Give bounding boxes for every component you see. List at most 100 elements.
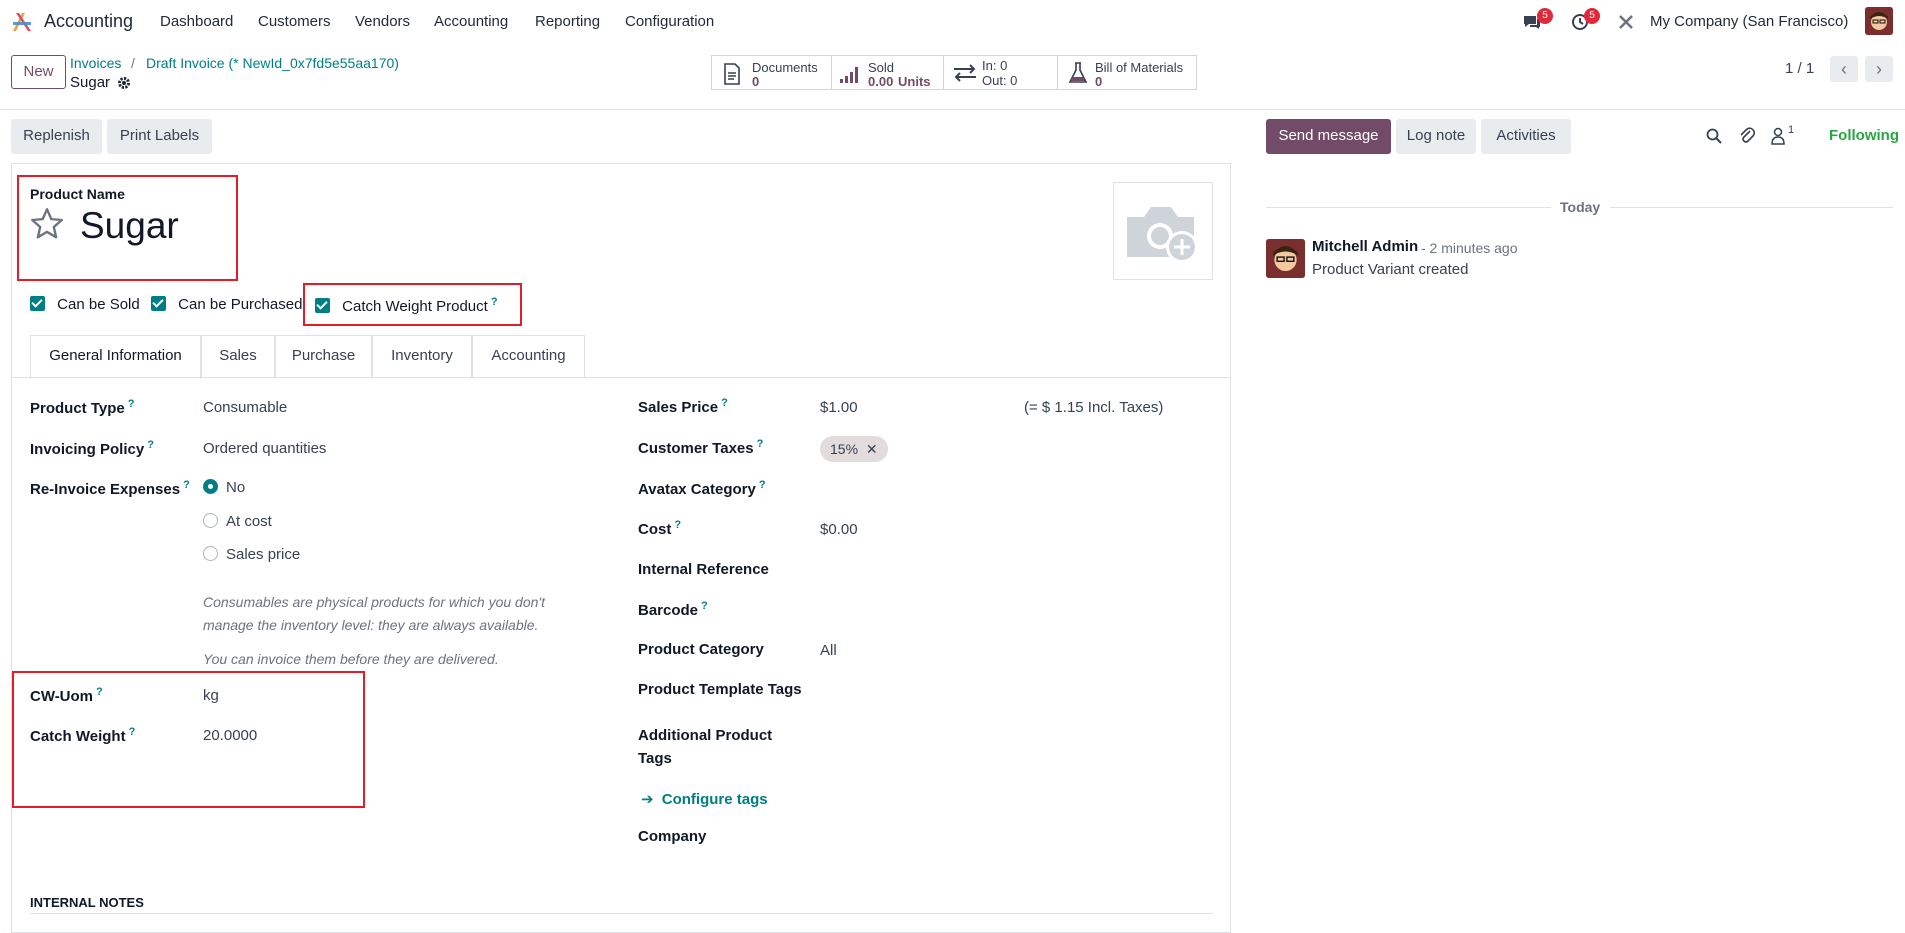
can-be-sold-label: Can be Sold — [57, 296, 140, 313]
menu-accounting[interactable]: Accounting — [434, 13, 508, 30]
radio-icon — [203, 513, 218, 528]
product-category-label: Product Category — [638, 641, 764, 658]
arrow-right-icon: ➔ — [641, 791, 654, 808]
product-type-label: Product Type? — [30, 398, 135, 417]
reinvoice-option-at-cost[interactable]: At cost — [203, 513, 272, 530]
date-separator-line-left — [1266, 207, 1551, 208]
stat-documents[interactable]: Documents 0 — [711, 55, 832, 90]
following-button[interactable]: Following — [1829, 127, 1899, 144]
reinvoice-option-no[interactable]: No — [203, 479, 245, 496]
company-switcher[interactable]: My Company (San Francisco) — [1650, 13, 1848, 30]
gear-icon[interactable] — [117, 76, 131, 90]
configure-tags-link[interactable]: ➔ Configure tags — [641, 790, 768, 808]
app-name[interactable]: Accounting — [44, 11, 133, 32]
can-be-purchased-checkbox[interactable]: Can be Purchased — [151, 296, 302, 313]
messages-badge: 5 — [1537, 8, 1553, 24]
flask-icon — [1068, 62, 1088, 88]
pager-next-icon[interactable]: › — [1865, 56, 1893, 82]
activities-badge: 5 — [1584, 8, 1600, 24]
app-logo-icon[interactable] — [11, 11, 33, 33]
product-template-tags-label: Product Template Tags — [638, 681, 802, 698]
pager-value[interactable]: 1 / 1 — [1785, 60, 1814, 77]
transfer-arrows-icon — [952, 64, 978, 86]
followers-count: 1 — [1788, 124, 1795, 136]
menu-customers[interactable]: Customers — [258, 13, 331, 30]
breadcrumb-draft-invoice[interactable]: Draft Invoice (* NewId_0x7fd5e55aa170) — [146, 55, 399, 71]
internal-notes-divider — [30, 913, 1213, 914]
pager-prev-icon[interactable]: ‹ — [1830, 56, 1858, 82]
breadcrumb-current: Sugar — [70, 74, 111, 91]
company-label: Company — [638, 828, 707, 845]
message-avatar — [1266, 239, 1305, 278]
checkbox-checked-icon — [151, 296, 166, 311]
cost-label: Cost? — [638, 519, 682, 538]
stat-documents-label: Documents — [752, 60, 818, 75]
breadcrumb-invoices[interactable]: Invoices — [70, 55, 121, 71]
tab-sales[interactable]: Sales — [201, 335, 275, 377]
print-labels-button[interactable]: Print Labels — [107, 119, 212, 154]
stat-documents-value: 0 — [752, 74, 760, 89]
remove-tag-icon[interactable]: ✕ — [866, 441, 878, 457]
menu-dashboard[interactable]: Dashboard — [160, 13, 233, 30]
stat-sold[interactable]: Sold 0.00 Units — [831, 55, 944, 90]
replenish-button[interactable]: Replenish — [11, 119, 102, 154]
activities-button[interactable]: Activities — [1481, 119, 1571, 154]
tax-tag-label: 15% — [830, 441, 859, 457]
highlight-catch-weight-fields — [12, 671, 365, 808]
reinvoice-expenses-label: Re-Invoice Expenses? — [30, 479, 190, 498]
stat-moves-in: In: 0 — [982, 58, 1008, 73]
product-category-field[interactable]: All — [820, 642, 837, 659]
barcode-label: Barcode? — [638, 600, 708, 619]
message-body: Product Variant created — [1312, 261, 1469, 278]
tax-tag[interactable]: 15% ✕ — [820, 436, 888, 462]
highlight-product-name — [17, 175, 238, 281]
stat-sold-unit: Units — [898, 74, 931, 89]
consumables-note: Consumables are physical products for wh… — [203, 594, 545, 633]
tab-inventory[interactable]: Inventory — [372, 335, 472, 377]
breadcrumb-separator: / — [131, 55, 135, 71]
sales-price-label: Sales Price? — [638, 397, 728, 416]
stat-sold-value: 0.00 — [868, 74, 894, 89]
date-separator: Today — [1560, 199, 1601, 215]
document-icon — [723, 63, 741, 89]
avatax-category-label: Avatax Category? — [638, 479, 766, 498]
message-author[interactable]: Mitchell Admin — [1312, 238, 1418, 255]
tabs-bottom-border — [12, 377, 1230, 378]
date-separator-line-right — [1610, 207, 1893, 208]
tab-accounting[interactable]: Accounting — [472, 335, 585, 377]
stat-bom-value: 0 — [1095, 74, 1103, 89]
send-message-button[interactable]: Send message — [1266, 119, 1391, 154]
message-time: - 2 minutes ago — [1421, 240, 1518, 256]
new-button[interactable]: New — [11, 55, 66, 89]
stat-sold-label: Sold — [868, 60, 895, 75]
tab-purchase[interactable]: Purchase — [275, 335, 372, 377]
paperclip-icon[interactable] — [1739, 127, 1756, 149]
additional-product-tags-label: Additional Product Tags — [638, 727, 773, 767]
tools-icon[interactable] — [1617, 13, 1635, 31]
stat-bom-label: Bill of Materials — [1095, 60, 1184, 75]
tab-general-information[interactable]: General Information — [30, 335, 201, 379]
bar-chart-icon — [839, 65, 861, 87]
product-type-field[interactable]: Consumable — [203, 399, 287, 416]
can-be-sold-checkbox[interactable]: Can be Sold — [30, 296, 140, 313]
internal-reference-label: Internal Reference — [638, 561, 769, 578]
menu-configuration[interactable]: Configuration — [625, 13, 714, 30]
product-image-placeholder[interactable] — [1113, 182, 1213, 280]
menu-reporting[interactable]: Reporting — [535, 13, 600, 30]
invoicing-policy-label: Invoicing Policy? — [30, 439, 154, 458]
radio-selected-icon — [203, 479, 218, 494]
menu-vendors[interactable]: Vendors — [355, 13, 410, 30]
stat-moves[interactable]: In: 0 Out: 0 — [943, 55, 1058, 90]
followers-icon[interactable] — [1770, 127, 1786, 149]
invoicing-policy-field[interactable]: Ordered quantities — [203, 440, 326, 457]
radio-icon — [203, 546, 218, 561]
search-icon[interactable] — [1706, 128, 1722, 148]
log-note-button[interactable]: Log note — [1396, 119, 1476, 154]
sales-price-field[interactable]: $1.00 — [820, 399, 858, 416]
reinvoice-option-sales-price[interactable]: Sales price — [203, 546, 300, 563]
user-avatar[interactable] — [1865, 7, 1893, 35]
stat-moves-out: Out: 0 — [982, 73, 1018, 88]
can-be-purchased-label: Can be Purchased — [178, 296, 303, 313]
cost-field[interactable]: $0.00 — [820, 521, 858, 538]
stat-bill-of-materials[interactable]: Bill of Materials 0 — [1057, 55, 1197, 90]
